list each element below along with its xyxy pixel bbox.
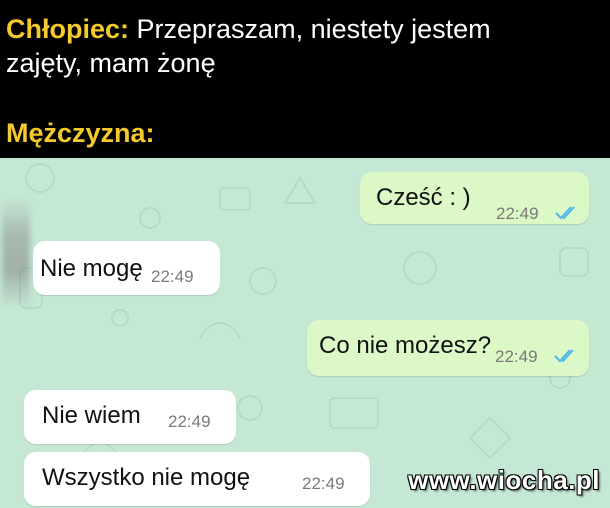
caption-text-2: zajęty, mam żonę (6, 48, 216, 78)
caption-speaker-man: Mężczyzna: (6, 118, 155, 148)
caption-line-2: zajęty, mam żonę (6, 46, 216, 80)
blurred-avatar (2, 198, 30, 308)
message-bubble-incoming[interactable]: Nie mogę 22:49 (33, 241, 220, 295)
message-bubble-incoming[interactable]: Nie wiem 22:49 (24, 390, 236, 444)
caption-speaker-boy: Chłopiec: (6, 14, 130, 44)
message-text: Nie wiem (42, 402, 141, 429)
message-time: 22:49 (495, 347, 538, 366)
caption-line-1: Chłopiec: Przepraszam, niestety jestem (6, 12, 491, 46)
message-time: 22:49 (151, 267, 194, 286)
chat-area[interactable]: Cześć : ) 22:49 Nie mogę 22:49 Co nie mo… (0, 158, 610, 508)
message-text: Cześć : ) (376, 184, 471, 211)
caption-panel: Chłopiec: Przepraszam, niestety jestem z… (0, 0, 610, 158)
message-bubble-incoming[interactable]: Wszystko nie mogę 22:49 (24, 452, 370, 506)
message-bubble-outgoing[interactable]: Co nie możesz? 22:49 (307, 320, 589, 376)
message-text: Wszystko nie mogę (42, 464, 251, 491)
message-time: 22:49 (168, 412, 211, 431)
message-time: 22:49 (302, 474, 345, 493)
message-bubble-outgoing[interactable]: Cześć : ) 22:49 (360, 172, 589, 224)
site-watermark: www.wiocha.pl (408, 465, 600, 495)
message-text: Co nie możesz? (319, 332, 492, 359)
read-receipt-icon (554, 349, 574, 363)
caption-text-1: Przepraszam, niestety jestem (129, 14, 491, 44)
message-text: Nie mogę (40, 255, 143, 282)
read-receipt-icon (555, 206, 575, 220)
caption-line-3: Mężczyzna: (6, 116, 155, 150)
message-time: 22:49 (496, 204, 539, 223)
